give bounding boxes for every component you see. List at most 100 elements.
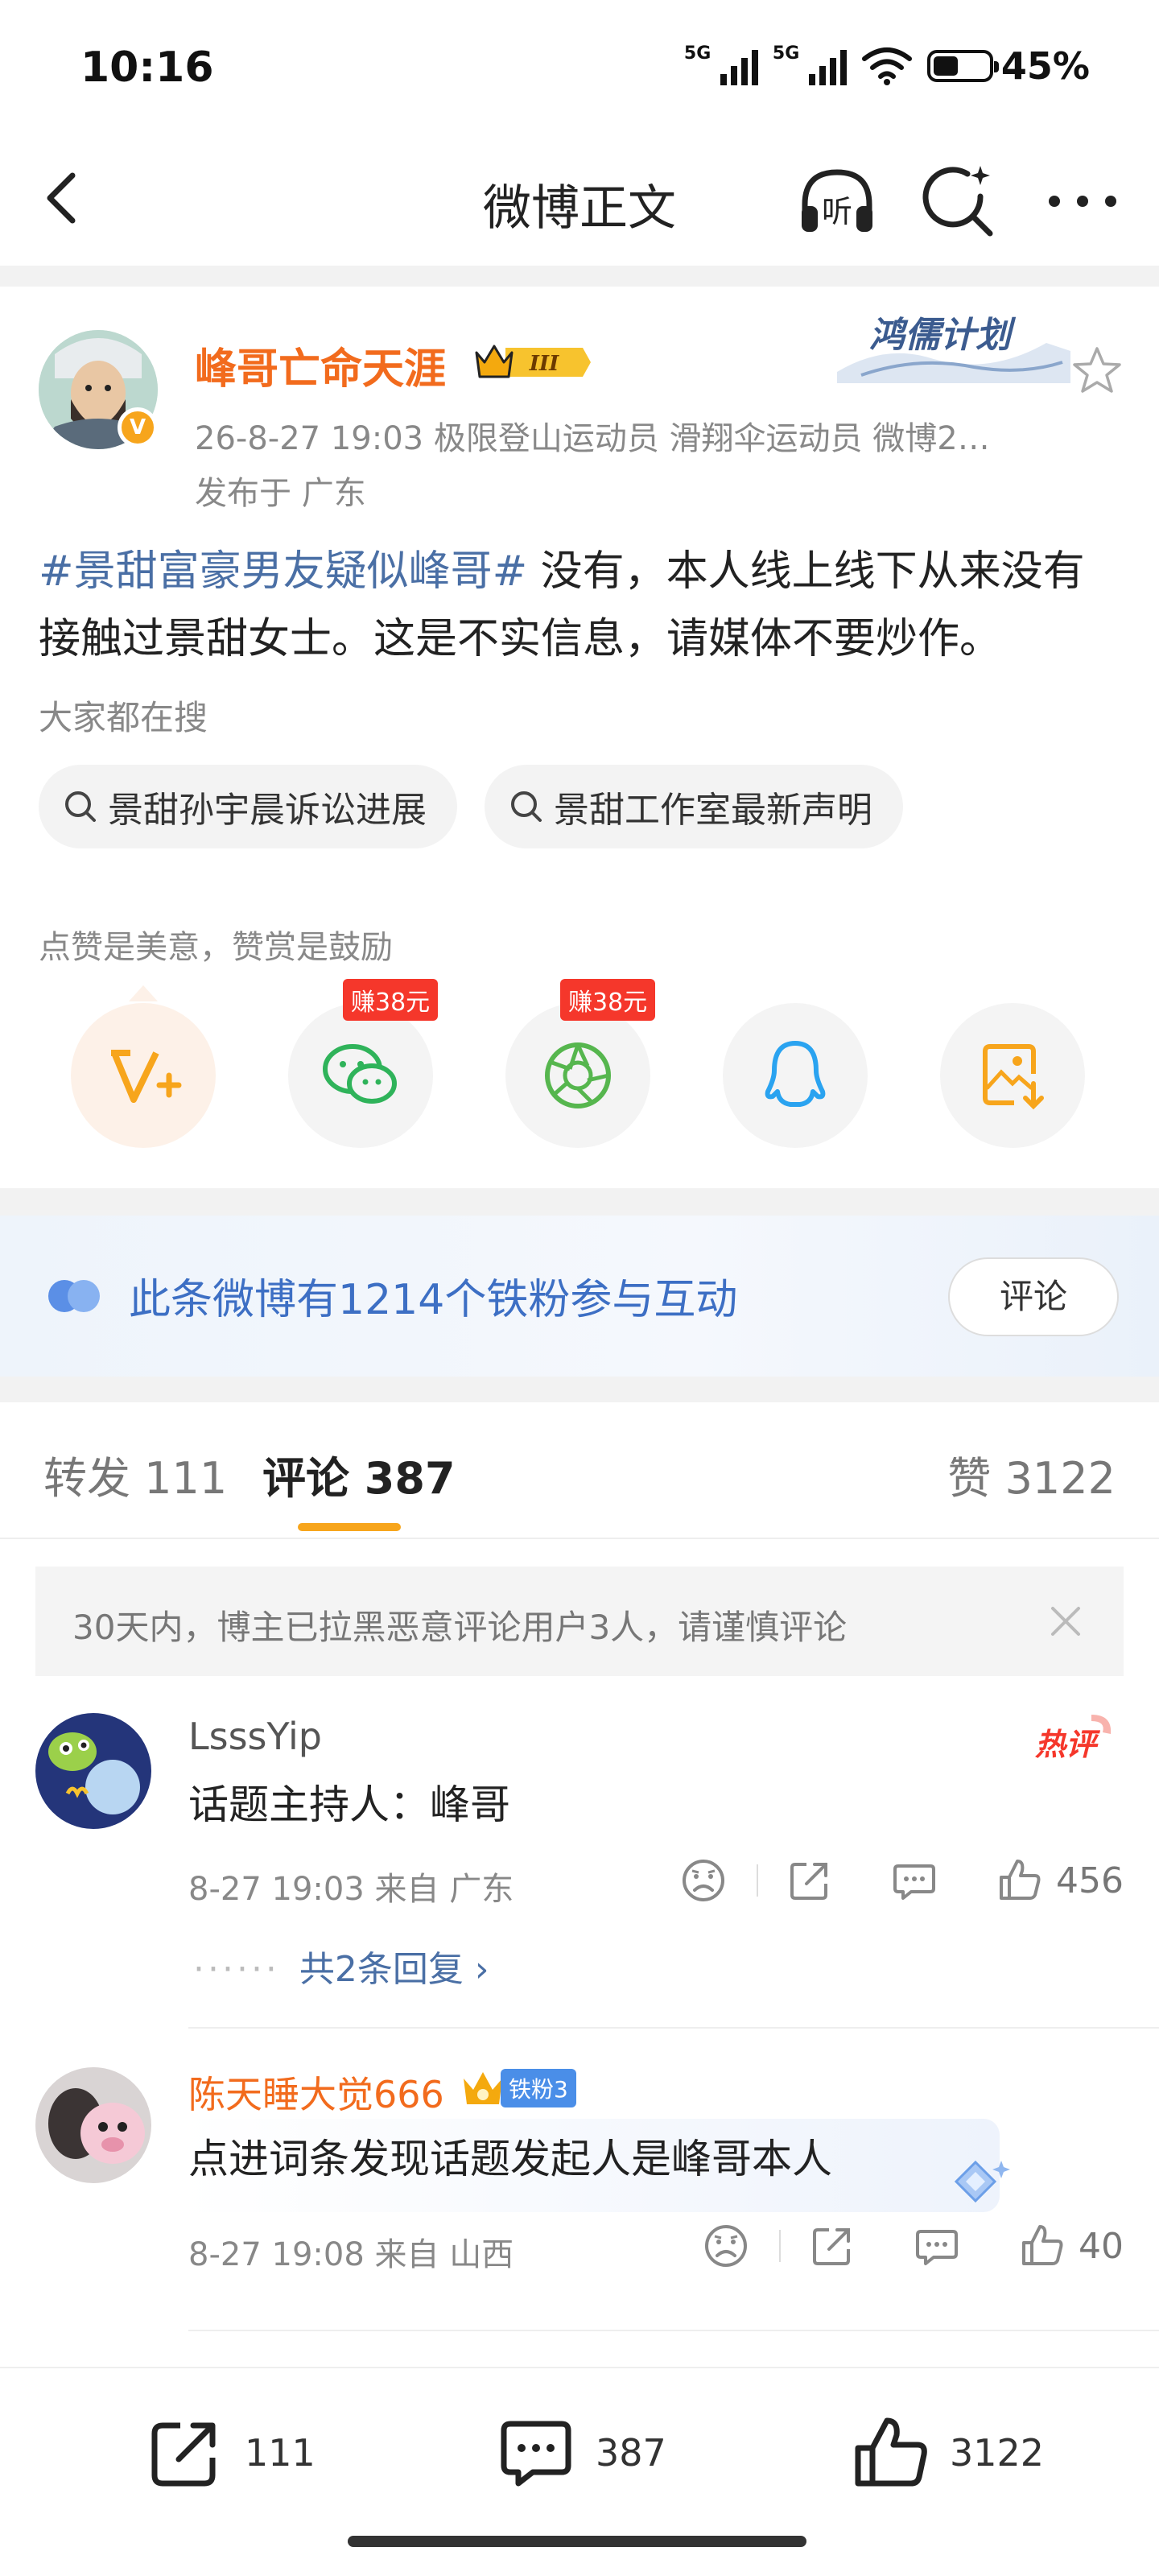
reward-button[interactable] [71,985,216,1148]
battery-icon [926,50,999,82]
campaign-badge[interactable]: 鸿儒计划 [837,295,1070,383]
hot-comment-label: 热评 [1035,1727,1097,1762]
home-indicator[interactable] [348,2536,806,2547]
qq-penguin-icon [765,1041,826,1107]
network-type-label-2: 5G [772,43,800,64]
fan-level-label: 铁粉3 [501,2069,576,2107]
share-icon[interactable] [808,2222,856,2270]
like-count: 40 [1079,2225,1124,2267]
bottom-comment-count: 387 [596,2431,666,2475]
share-wechat-button[interactable]: 赚38元 [288,979,439,1148]
listen-button[interactable]: 听 [797,161,877,242]
replies-dots: ······ [193,1949,280,1990]
like-thumb-icon [855,2417,927,2487]
hot-search-label: 大家都在搜 [39,698,208,737]
search-icon [511,791,542,822]
bottom-repost-count: 111 [245,2431,316,2475]
signal-icon: 5G [684,43,758,89]
bottom-repost-button[interactable]: 111 [145,2409,316,2497]
search-button[interactable] [918,161,998,242]
interaction-tabs: 转发 111 评论 387 赞 3122 [0,1402,1159,1539]
share-moments-button[interactable]: 赚38元 [505,979,656,1148]
section-divider [0,266,1159,287]
search-icon [65,791,96,822]
reply-icon[interactable] [913,2222,961,2270]
crown-icon: III [475,345,591,378]
member-level-label: III [529,352,559,376]
active-tab-indicator [298,1523,401,1531]
tab-like[interactable]: 赞 3122 [947,1443,1116,1506]
campaign-label: 鸿儒计划 [869,315,1011,356]
signal-icon-2: 5G [773,43,847,89]
replies-count-label: 共2条回复 › [299,1949,489,1990]
comment-meta: 8-27 19:08 来自 山西 [188,2236,514,2273]
comment-item: LsssYip 热评 话题主持人：峰哥 8-27 19:03 来自 广东 456… [0,1699,1159,2029]
wechat-icon [323,1044,397,1104]
moments-aperture-icon [545,1042,611,1108]
topic-link[interactable]: #景甜富豪男友疑似峰哥# [39,547,527,596]
bottom-like-count: 3122 [950,2431,1045,2475]
commenter-avatar[interactable] [35,2067,151,2183]
earn-tag: 赚38元 [560,979,656,1021]
tab-comment[interactable]: 评论 387 [262,1443,456,1506]
tab-repost[interactable]: 转发 111 [43,1443,227,1506]
post-meta: 26-8-27 19:03 极限登山运动员 滑翔伞运动员 微博2… [195,420,990,457]
blacklist-notice: 30天内，博主已拉黑恶意评论用户3人，请谨慎评论 [35,1567,1124,1676]
share-actions: 赚38元 赚38元 [71,979,1085,1148]
comment-text: 话题主持人：峰哥 [188,1781,510,1828]
commenter-avatar[interactable] [35,1713,151,1829]
fans-icon [48,1280,100,1312]
comment-actions: 456 [679,1856,1124,1905]
image-download-icon [983,1044,1044,1110]
like-thumb-icon[interactable] [1017,2222,1066,2270]
save-image-button[interactable] [940,1003,1085,1148]
hot-search-chip[interactable]: 景甜工作室最新声明 [485,765,903,848]
reward-label: 点赞是美意，赞赏是鼓励 [39,929,393,966]
bottom-comment-button[interactable]: 387 [496,2409,666,2497]
fan-crown-icon [464,2072,502,2104]
favorite-star-button[interactable] [1070,345,1124,398]
share-icon[interactable] [786,1856,834,1905]
battery-percent: 45% [1000,44,1090,88]
member-crown-badge[interactable]: III [473,340,592,385]
share-qq-button[interactable] [723,1003,868,1148]
weibo-post: V 峰哥亡命天涯 III 鸿儒计划 26-8-27 19:03 极限登山运动员 … [0,287,1159,1188]
comment-text: 点进词条发现话题发起人是峰哥本人 [188,2136,832,2182]
avatar-image [35,1713,151,1829]
more-button[interactable] [1038,161,1127,242]
fans-interaction-banner: 此条微博有1214个铁粉参与互动 评论 [0,1216,1159,1377]
dislike-face-icon[interactable] [679,1856,728,1905]
close-icon [1051,1607,1080,1636]
comment-item: 陈天睡大觉666 铁粉3 点进词条发现话题发起人是峰哥本人 8-27 19:08… [0,2050,1159,2355]
fan-level-badge: 铁粉3 [459,2066,576,2111]
battery-indicator: 45% [926,44,1090,88]
status-time: 10:16 [80,43,214,92]
fans-comment-button[interactable]: 评论 [948,1257,1119,1336]
earn-tag: 赚38元 [343,979,439,1021]
commenter-name[interactable]: 陈天睡大觉666 [188,2066,444,2119]
search-icon [922,166,993,237]
star-icon [1073,347,1121,393]
notice-close-button[interactable] [1043,1599,1088,1644]
comment-meta: 8-27 19:03 来自 广东 [188,1871,514,1908]
fans-banner-text: 此条微博有1214个铁粉参与互动 [129,1276,738,1324]
hot-search-chips: 景甜孙宇晨诉讼进展 景甜工作室最新声明 [39,765,903,848]
bottom-like-button[interactable]: 3122 [850,2409,1044,2497]
comment-bubble-icon [501,2421,571,2487]
comment-divider [188,2027,1159,2029]
view-replies-link[interactable]: ······ 共2条回复 › [193,1940,489,1992]
reward-v-icon [111,1050,182,1103]
repost-icon [151,2422,216,2487]
reply-icon[interactable] [890,1856,938,1905]
dislike-face-icon[interactable] [702,2222,750,2270]
comment-actions: 40 [702,2222,1124,2270]
notice-text: 30天内，博主已拉黑恶意评论用户3人，请谨慎评论 [72,1608,848,1647]
hot-search-chip-label: 景甜工作室最新声明 [554,790,872,831]
hot-search-chip[interactable]: 景甜孙宇晨诉讼进展 [39,765,457,848]
like-count: 456 [1056,1860,1124,1901]
author-name[interactable]: 峰哥亡命天涯 [195,335,446,395]
hot-search-chip-label: 景甜孙宇晨诉讼进展 [108,790,427,831]
headphones-icon: 听 [802,169,872,232]
like-thumb-icon[interactable] [995,1856,1043,1905]
commenter-name[interactable]: LsssYip [188,1715,322,1758]
